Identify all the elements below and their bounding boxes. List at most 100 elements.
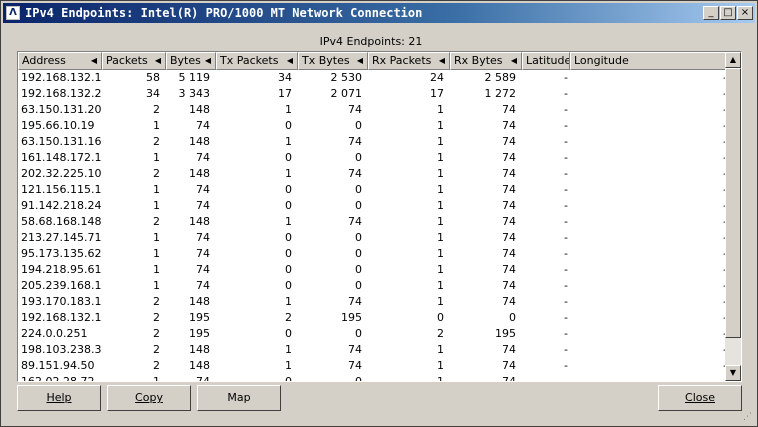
table-cell-latitude: -	[564, 263, 568, 276]
table-cell-bytes: 148	[189, 215, 210, 228]
table-row[interactable]: 192.168.132.2 34 3 343 17 2 071 17 1 272 --	[18, 86, 727, 102]
table-cell-tx-bytes: 74	[348, 135, 362, 148]
table-cell-rx-packets: 1	[437, 279, 444, 292]
table-cell-tx-packets: 2	[285, 311, 292, 324]
table-row[interactable]: 162.02.28.72 1 74 0 0 1 74 --	[18, 374, 727, 382]
map-button[interactable]: Map	[197, 385, 281, 411]
column-header-label: Longitude	[574, 54, 629, 67]
column-header-tx-bytes[interactable]: Tx Bytes ◀	[298, 52, 368, 70]
table-cell-longitude: -	[570, 214, 727, 230]
column-header-rx-bytes[interactable]: Rx Bytes ◀	[450, 52, 522, 70]
copy-button[interactable]: Copy	[107, 385, 191, 411]
minimize-button[interactable]: _	[703, 6, 719, 20]
table-cell-rx-packets: 1	[437, 343, 444, 356]
table-cell-longitude: -	[570, 198, 727, 214]
table-cell-address: 198.103.238.30	[21, 343, 102, 356]
resize-grip-icon[interactable]: ⋰	[743, 412, 755, 424]
table-cell-rx-bytes: 74	[502, 215, 516, 228]
endpoints-list[interactable]: Address ◀ Packets ◀ Bytes ◀ Tx Packets ◀ Tx Byte…	[17, 51, 742, 382]
table-row[interactable]: 95.173.135.62 1 74 0 0 1 74 --	[18, 246, 727, 262]
table-cell-address: 193.170.183.165	[21, 295, 102, 308]
table-cell-address: 58.68.168.148	[21, 215, 102, 228]
table-cell-bytes: 74	[196, 279, 210, 292]
scroll-up-icon[interactable]: ▲	[725, 52, 741, 68]
table-cell-tx-bytes: 0	[355, 279, 362, 292]
table-cell-packets: 1	[153, 199, 160, 212]
endpoints-rows: 192.168.132.128585 119342 530242 589--19…	[18, 70, 727, 382]
column-header-longitude[interactable]: Longitude	[570, 52, 727, 70]
table-cell-longitude: -	[570, 118, 727, 134]
table-row[interactable]: 192.168.132.128 58 5 119 34 2 530 24 2 589 --	[18, 70, 727, 86]
column-header-tx-packets[interactable]: Tx Packets ◀	[216, 52, 298, 70]
column-header-label: Packets	[106, 54, 148, 67]
sort-arrow-icon: ◀	[356, 56, 363, 65]
table-cell-latitude: -	[564, 71, 568, 84]
table-cell-packets: 34	[146, 87, 160, 100]
table-cell-tx-bytes: 0	[355, 327, 362, 340]
table-row[interactable]: 91.142.218.24 1 74 0 0 1 74 --	[18, 198, 727, 214]
close-window-button[interactable]: ×	[737, 6, 753, 20]
scroll-down-icon[interactable]: ▼	[725, 365, 741, 381]
table-row[interactable]: 205.239.168.12 1 74 0 0 1 74 --	[18, 278, 727, 294]
table-row[interactable]: 58.68.168.148 2 148 1 74 1 74 --	[18, 214, 727, 230]
table-cell-address: 89.151.94.50	[21, 359, 95, 372]
table-row[interactable]: 195.66.10.19 1 74 0 0 1 74 --	[18, 118, 727, 134]
scroll-thumb[interactable]	[725, 68, 741, 338]
table-cell-packets: 2	[153, 343, 160, 356]
table-cell-tx-packets: 0	[285, 183, 292, 196]
table-cell-tx-bytes: 0	[355, 119, 362, 132]
table-cell-address: 95.173.135.62	[21, 247, 102, 260]
table-cell-tx-bytes: 74	[348, 215, 362, 228]
table-cell-rx-bytes: 74	[502, 343, 516, 356]
table-row[interactable]: 202.32.225.105 2 148 1 74 1 74 --	[18, 166, 727, 182]
table-cell-rx-packets: 1	[437, 263, 444, 276]
table-row[interactable]: 194.218.95.61 1 74 0 0 1 74 --	[18, 262, 727, 278]
table-row[interactable]: 63.150.131.164 2 148 1 74 1 74 --	[18, 134, 727, 150]
table-cell-tx-packets: 0	[285, 327, 292, 340]
table-cell-packets: 2	[153, 167, 160, 180]
table-cell-tx-packets: 1	[285, 167, 292, 180]
table-row[interactable]: 193.170.183.165 2 148 1 74 1 74 --	[18, 294, 727, 310]
column-header-label: Rx Bytes	[454, 54, 503, 67]
table-row[interactable]: 121.156.115.17 1 74 0 0 1 74 --	[18, 182, 727, 198]
table-cell-rx-bytes: 74	[502, 231, 516, 244]
table-cell-packets: 1	[153, 279, 160, 292]
vertical-scrollbar[interactable]: ▲ ▼	[725, 52, 741, 381]
table-cell-rx-packets: 0	[437, 311, 444, 324]
table-cell-address: 205.239.168.12	[21, 279, 102, 292]
column-header-packets[interactable]: Packets ◀	[102, 52, 166, 70]
table-row[interactable]: 89.151.94.50 2 148 1 74 1 74 --	[18, 358, 727, 374]
table-cell-latitude: -	[564, 167, 568, 180]
table-cell-rx-bytes: 2 589	[484, 71, 517, 84]
table-cell-bytes: 5 119	[178, 71, 211, 84]
table-row[interactable]: 192.168.132.1 2 195 2 195 0 0 --	[18, 310, 727, 326]
title-bar[interactable]: Λ IPv4 Endpoints: Intel(R) PRO/1000 MT N…	[3, 3, 755, 23]
maximize-button[interactable]: □	[720, 6, 736, 20]
table-cell-rx-packets: 1	[437, 375, 444, 382]
column-header-label: Address	[22, 54, 66, 67]
table-cell-bytes: 148	[189, 167, 210, 180]
column-header-bytes[interactable]: Bytes ◀	[166, 52, 216, 70]
table-cell-latitude: -	[564, 343, 568, 356]
table-cell-latitude: -	[564, 231, 568, 244]
table-cell-tx-bytes: 74	[348, 295, 362, 308]
table-cell-bytes: 74	[196, 231, 210, 244]
table-row[interactable]: 224.0.0.251 2 195 0 0 2 195 --	[18, 326, 727, 342]
table-cell-rx-bytes: 74	[502, 375, 516, 382]
table-cell-longitude: -	[570, 294, 727, 310]
column-header-rx-packets[interactable]: Rx Packets ◀	[368, 52, 450, 70]
column-header-address[interactable]: Address ◀	[18, 52, 102, 70]
table-cell-tx-bytes: 74	[348, 167, 362, 180]
table-cell-latitude: -	[564, 295, 568, 308]
table-cell-rx-packets: 1	[437, 359, 444, 372]
column-header-latitude[interactable]: Latitude	[522, 52, 570, 70]
close-button[interactable]: Close	[658, 385, 742, 411]
table-row[interactable]: 213.27.145.71 1 74 0 0 1 74 --	[18, 230, 727, 246]
table-row[interactable]: 161.148.172.106 1 74 0 0 1 74 --	[18, 150, 727, 166]
help-button[interactable]: Help	[17, 385, 101, 411]
table-row[interactable]: 63.150.131.202 2 148 1 74 1 74 --	[18, 102, 727, 118]
table-cell-latitude: -	[564, 311, 568, 324]
sort-arrow-icon: ◀	[204, 56, 211, 65]
table-row[interactable]: 198.103.238.30 2 148 1 74 1 74 --	[18, 342, 727, 358]
table-cell-bytes: 148	[189, 359, 210, 372]
